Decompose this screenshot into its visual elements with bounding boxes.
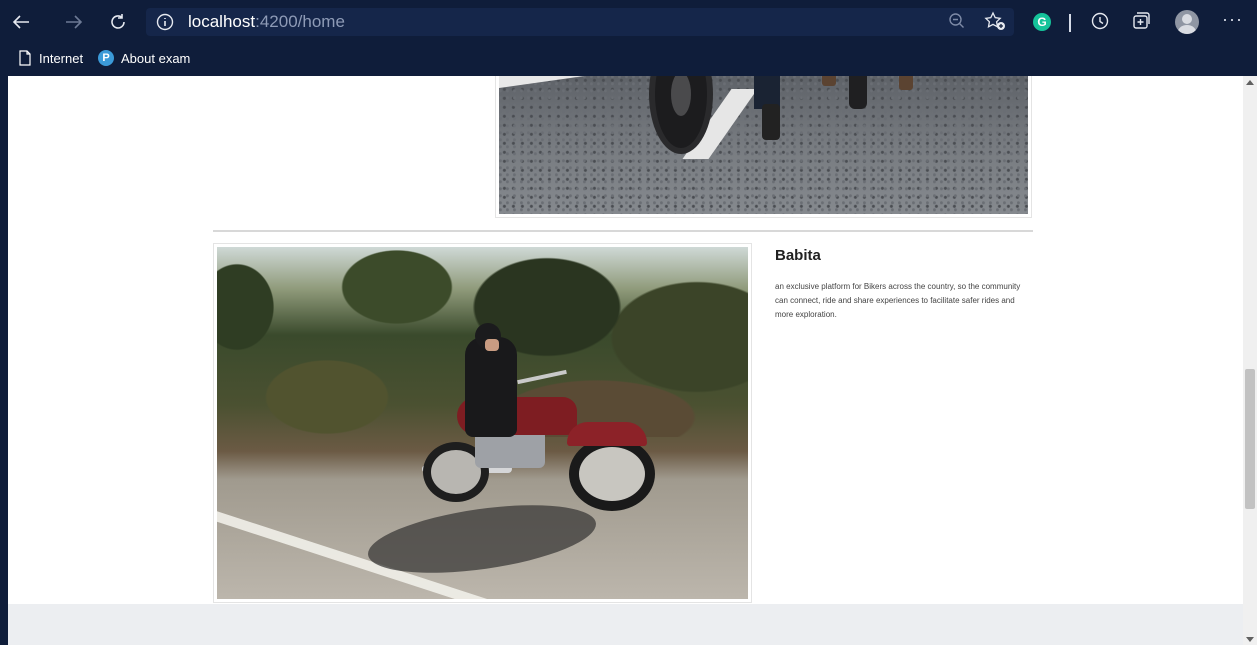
road-lane-mark xyxy=(499,76,649,88)
settings-more-button[interactable]: ··· xyxy=(1222,9,1243,30)
refresh-icon xyxy=(111,14,125,29)
rider-body xyxy=(465,337,517,437)
bikers-road-photo xyxy=(499,76,1028,214)
browser-toolbar: localhost:4200/home G ··· xyxy=(0,0,1257,44)
card-title: Babita xyxy=(775,247,821,264)
page-footer xyxy=(8,604,1243,645)
refresh-button[interactable] xyxy=(105,9,131,35)
motorcycle-wheel xyxy=(849,76,867,109)
collections-icon[interactable] xyxy=(1131,11,1151,31)
card-description: an exclusive platform for Bikers across … xyxy=(775,282,1021,319)
grammarly-extension-icon[interactable]: G xyxy=(1033,13,1051,31)
window-edge xyxy=(0,76,8,645)
favorite-internet[interactable]: Internet xyxy=(18,50,83,66)
page-viewport: Babita an exclusive platform for Bikers … xyxy=(8,76,1243,645)
favorite-about-exam[interactable]: P About exam xyxy=(98,50,190,66)
forward-icon xyxy=(66,15,83,29)
motorcycle-rider-photo xyxy=(217,247,748,599)
favorite-label: About exam xyxy=(121,50,191,66)
rider-boot xyxy=(822,76,836,86)
motorcycle-wheel xyxy=(569,437,655,511)
history-icon[interactable] xyxy=(1090,11,1110,31)
browser-chrome: localhost:4200/home G ··· Internet P Abo… xyxy=(0,0,1257,76)
motorcycle-fender xyxy=(567,422,647,446)
pearson-icon: P xyxy=(98,50,114,66)
profile-avatar[interactable] xyxy=(1175,10,1199,34)
back-button[interactable] xyxy=(8,9,34,35)
add-favorite-icon[interactable] xyxy=(984,11,1006,31)
info-icon[interactable] xyxy=(156,13,174,31)
scroll-down-arrow-icon[interactable] xyxy=(1246,637,1254,642)
favorite-label: Internet xyxy=(39,50,84,66)
card-image xyxy=(213,243,752,603)
zoom-out-icon[interactable] xyxy=(948,12,966,30)
forward-button[interactable] xyxy=(61,9,87,35)
previous-card-image xyxy=(495,76,1032,218)
page-icon xyxy=(19,50,31,66)
scroll-thumb[interactable] xyxy=(1245,369,1255,509)
back-icon xyxy=(12,15,29,29)
rider-boot xyxy=(899,76,913,90)
url-host: localhost xyxy=(188,12,256,31)
rider-boot xyxy=(762,104,780,140)
toolbar-separator xyxy=(1069,14,1071,32)
scroll-up-arrow-icon[interactable] xyxy=(1246,80,1254,85)
url-path: :4200/home xyxy=(255,12,345,31)
address-bar[interactable]: localhost:4200/home xyxy=(146,8,1014,36)
favorites-bar: Internet P About exam xyxy=(0,46,1257,74)
url-text: localhost:4200/home xyxy=(188,12,345,32)
card-divider xyxy=(213,230,1033,232)
page-scrollbar[interactable] xyxy=(1243,76,1257,645)
rider-face xyxy=(485,339,499,351)
